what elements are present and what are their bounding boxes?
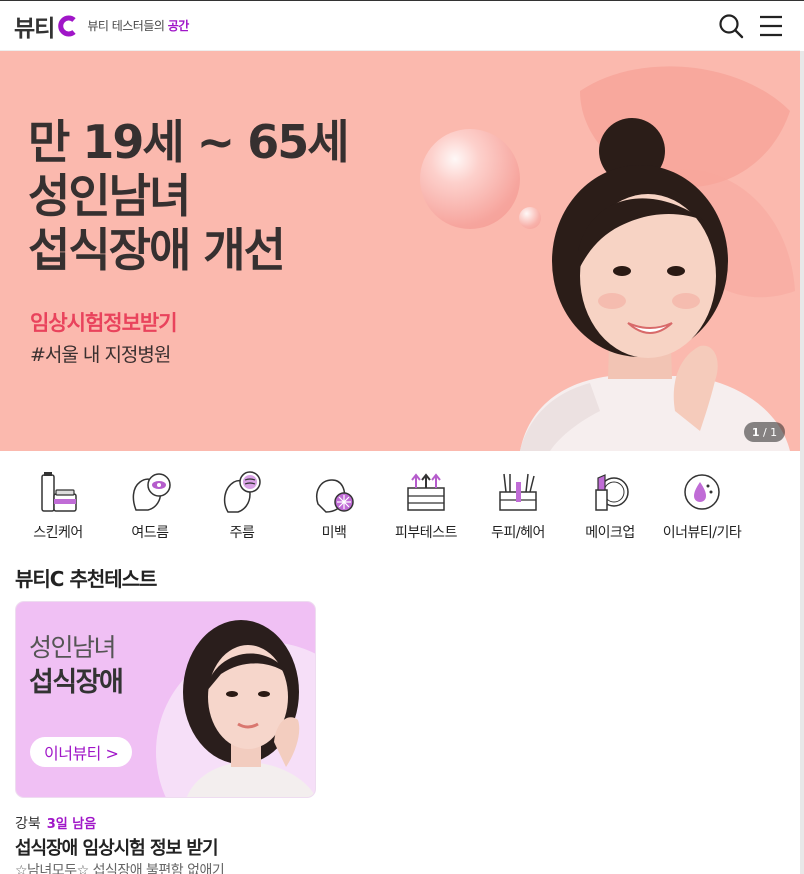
inner-beauty-icon bbox=[684, 474, 720, 510]
category-whitening[interactable]: 미백 bbox=[288, 470, 380, 542]
card-title[interactable]: 섭식장애 임상시험 정보 받기 bbox=[15, 834, 219, 860]
category-label: 주름 bbox=[229, 525, 255, 541]
banner-pager: 1 / 1 bbox=[744, 422, 785, 442]
category-makeup[interactable]: 메이크업 bbox=[564, 470, 656, 542]
logo-text: 뷰티 bbox=[14, 15, 55, 42]
category-label: 두피/헤어 bbox=[491, 525, 545, 541]
hero-banner[interactable]: 만 19세 ~ 65세 성인남녀 섭식장애 개선 임상시험정보받기 #서울 내 … bbox=[0, 51, 800, 451]
category-label: 피부테스트 bbox=[395, 525, 457, 541]
days-left-badge: 3일 남음 bbox=[46, 817, 97, 832]
tagline-accent: 공간 bbox=[167, 19, 190, 33]
region-label: 강북 bbox=[15, 816, 41, 832]
category-skincare[interactable]: 스킨케어 bbox=[12, 470, 104, 542]
category-skin-test[interactable]: 피부테스트 bbox=[380, 470, 472, 542]
category-inner-beauty[interactable]: 이너뷰티/기타 bbox=[656, 470, 748, 542]
model-illustration bbox=[520, 118, 790, 451]
category-scalp-hair[interactable]: 두피/헤어 bbox=[472, 470, 564, 542]
acne-icon bbox=[132, 473, 171, 511]
logo-tagline: 뷰티 테스터들의 공간 bbox=[87, 17, 189, 34]
category-label: 미백 bbox=[321, 525, 347, 541]
page: 뷰티 뷰티 테스터들의 공간 만 19세 ~ 65세 성인남녀 섭식장애 개선 … bbox=[0, 0, 804, 874]
card-line1: 성인남녀 bbox=[29, 633, 117, 662]
scrollbar[interactable] bbox=[800, 51, 804, 874]
card-model-illustration bbox=[156, 620, 315, 797]
makeup-icon bbox=[595, 474, 629, 511]
category-wrinkle[interactable]: 주름 bbox=[196, 470, 288, 542]
wrinkle-icon bbox=[223, 471, 261, 513]
pager-separator: / bbox=[759, 425, 771, 439]
category-pill[interactable]: 이너뷰티 > bbox=[30, 737, 133, 767]
card-description: ☆남녀모두☆ 섭식장애 불편함 없애기 bbox=[15, 863, 225, 874]
category-label: 스킨케어 bbox=[33, 525, 83, 541]
recommended-test-card[interactable]: 성인남녀 섭식장애 이너뷰티 > bbox=[15, 601, 316, 798]
scalp-hair-icon bbox=[499, 473, 537, 511]
category-menu: 스킨케어 여드름 주름 미백 피부테스트 두피/헤어 메이크업 이너뷰티/기타 bbox=[12, 470, 796, 542]
logo-c-icon bbox=[58, 15, 76, 36]
pager-current: 1 bbox=[751, 425, 760, 439]
header-actions bbox=[718, 13, 784, 39]
tagline-prefix: 뷰티 테스터들의 bbox=[87, 19, 165, 33]
pager-total: 1 bbox=[770, 425, 778, 439]
search-icon[interactable] bbox=[718, 13, 744, 39]
skin-test-icon bbox=[407, 473, 445, 511]
category-label: 메이크업 bbox=[585, 525, 635, 541]
header: 뷰티 뷰티 테스터들의 공간 bbox=[0, 1, 800, 51]
logo[interactable]: 뷰티 뷰티 테스터들의 공간 bbox=[14, 9, 189, 43]
menu-icon[interactable] bbox=[758, 13, 784, 39]
category-acne[interactable]: 여드름 bbox=[104, 470, 196, 542]
card-line2: 섭식장애 bbox=[29, 667, 124, 698]
banner-hashtag: #서울 내 지정병원 bbox=[30, 344, 171, 366]
whitening-icon bbox=[316, 479, 354, 513]
category-label: 이너뷰티/기타 bbox=[662, 525, 742, 541]
banner-cta[interactable]: 임상시험정보받기 bbox=[30, 307, 178, 337]
skincare-icon bbox=[41, 472, 77, 512]
category-label: 여드름 bbox=[131, 525, 169, 541]
section-title: 뷰티C 추천테스트 bbox=[15, 567, 157, 591]
card-meta: 강북 3일 남음 bbox=[15, 813, 96, 833]
banner-title: 만 19세 ~ 65세 성인남녀 섭식장애 개선 bbox=[28, 115, 350, 277]
